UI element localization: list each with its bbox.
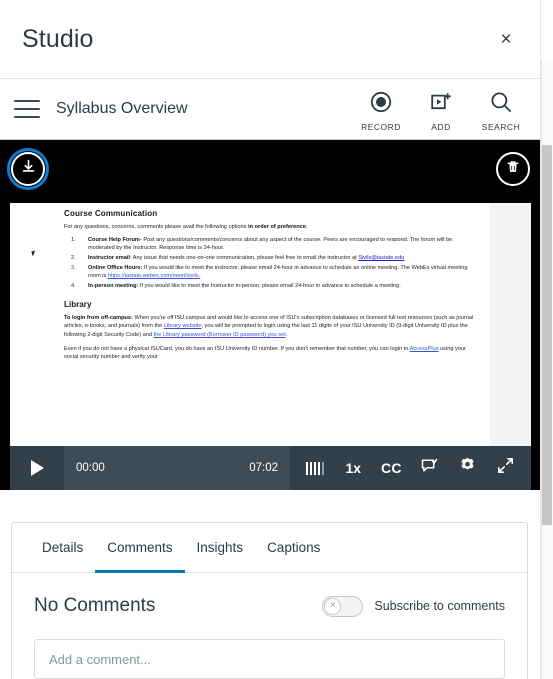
document-content: Course Communication For any questions, … (10, 203, 490, 446)
doc-intro-prefix: For any questions, concerns, comments pl… (64, 224, 249, 230)
info-panel: Details Comments Insights Captions No Co… (11, 522, 528, 679)
list-item-link[interactable]: Sivils@iastate.edu (358, 255, 404, 261)
list-item-text: - Post any questions/comments/concerns a… (88, 236, 453, 252)
list-item-text: If you would like to meet the Instructor… (138, 282, 401, 289)
doc-intro-bold: in order of preference (248, 224, 306, 230)
list-item-text: : Any issue that needs one-on-one commun… (129, 254, 359, 261)
volume-button[interactable] (296, 446, 334, 490)
playback-speed-button[interactable]: 1x (334, 446, 372, 490)
list-item-link[interactable]: https://iastate.webex.com/meet/sivils. (108, 273, 200, 279)
library-text-d: Even if you do not have a physical ISUCa… (64, 345, 410, 352)
subscribe-label: Subscribe to comments (374, 599, 505, 613)
document-slide: Course Communication For any questions, … (10, 203, 531, 446)
list-item-bold: Online Office Hours: (88, 264, 143, 271)
comments-header: No Comments × Subscribe to comments (34, 595, 505, 617)
doc-heading-course-communication: Course Communication (64, 209, 158, 218)
play-icon (30, 460, 44, 476)
play-button[interactable] (10, 446, 64, 490)
tab-insights[interactable]: Insights (185, 523, 256, 573)
library-link-3[interactable]: AccessPlus (410, 346, 439, 352)
duration: 07:02 (249, 462, 278, 474)
hamburger-menu-icon[interactable] (14, 100, 40, 118)
doc-library-paragraph-2: Even if you do not have a physical ISUCa… (64, 345, 476, 362)
expand-icon (497, 457, 514, 479)
list-item: Instructor email: Any issue that needs o… (64, 254, 476, 263)
nav-actions: RECORD ADD SEARCH (351, 87, 531, 132)
add-media-icon (430, 91, 452, 118)
video-player: Course Communication For any questions, … (0, 140, 541, 490)
download-button[interactable] (11, 152, 45, 186)
tab-captions[interactable]: Captions (255, 523, 332, 573)
search-button[interactable]: SEARCH (471, 87, 531, 132)
delete-button[interactable] (496, 152, 530, 186)
document-right-margin (490, 203, 531, 446)
current-time: 00:00 (76, 462, 105, 474)
studio-title-bar: Studio × (0, 0, 541, 79)
library-text-c: . (285, 331, 288, 338)
record-icon (370, 91, 392, 118)
download-icon (20, 158, 37, 180)
app-title: Studio (22, 24, 94, 53)
tab-comments[interactable]: Comments (95, 523, 185, 573)
captions-button[interactable]: CC (372, 446, 410, 490)
comment-button[interactable] (411, 446, 449, 490)
comments-panel: No Comments × Subscribe to comments (12, 573, 527, 679)
trash-icon (505, 159, 521, 180)
library-bold: To login from off-campus: (64, 314, 133, 321)
doc-list: Course Help Forum- Post any questions/co… (64, 236, 476, 291)
list-item-bold: In-person meeting: (88, 282, 139, 289)
empty-comments-title: No Comments (34, 595, 156, 616)
page-title: Syllabus Overview (56, 100, 188, 117)
studio-app: Studio × Syllabus Overview RECORD ADD SE… (0, 0, 553, 679)
list-item: Course Help Forum- Post any questions/co… (64, 236, 476, 253)
video-top-toolbar (0, 140, 541, 198)
seek-bar[interactable]: 00:00 07:02 (64, 446, 290, 490)
doc-library-paragraph-1: To login from off-campus: When you're of… (64, 314, 476, 340)
library-link-1[interactable]: Library website (164, 323, 202, 329)
page-scrollbar-track[interactable] (541, 60, 553, 679)
add-comment-input[interactable] (34, 639, 505, 679)
list-item-bold: Course Help Forum (88, 236, 140, 243)
comment-check-icon (421, 458, 438, 479)
tab-details[interactable]: Details (30, 523, 95, 573)
mouse-cursor (31, 250, 37, 257)
player-controls: 00:00 07:02 1x CC (10, 446, 531, 490)
player-control-icons: 1x CC (290, 446, 531, 490)
list-item: In-person meeting: If you would like to … (64, 282, 476, 291)
close-button[interactable]: × (493, 26, 519, 52)
search-icon (490, 91, 512, 118)
doc-heading-library: Library (64, 299, 92, 309)
record-button[interactable]: RECORD (351, 87, 411, 132)
toggle-knob: × (324, 597, 342, 615)
record-label: RECORD (361, 121, 401, 132)
doc-intro-paragraph: For any questions, concerns, comments pl… (64, 223, 476, 232)
library-link-2[interactable]: the Library password (Borrower ID passwo… (154, 332, 286, 338)
fullscreen-button[interactable] (487, 446, 525, 490)
volume-level-icon (305, 461, 325, 475)
doc-intro-suffix: : (305, 224, 308, 230)
list-item-bold: Instructor email (88, 254, 130, 261)
list-item: Online Office Hours: If you would like t… (64, 264, 476, 281)
search-label: SEARCH (481, 121, 521, 132)
gear-icon (459, 457, 476, 479)
subscribe-toggle[interactable]: × (322, 595, 364, 617)
settings-button[interactable] (449, 446, 487, 490)
page-scrollbar-thumb[interactable] (542, 145, 552, 525)
add-button[interactable]: ADD (411, 87, 471, 132)
sub-navigation-bar: Syllabus Overview RECORD ADD SEARCH (0, 79, 541, 140)
add-label: ADD (431, 121, 451, 132)
subscribe-control: × Subscribe to comments (322, 595, 505, 617)
tab-bar: Details Comments Insights Captions (12, 523, 527, 573)
